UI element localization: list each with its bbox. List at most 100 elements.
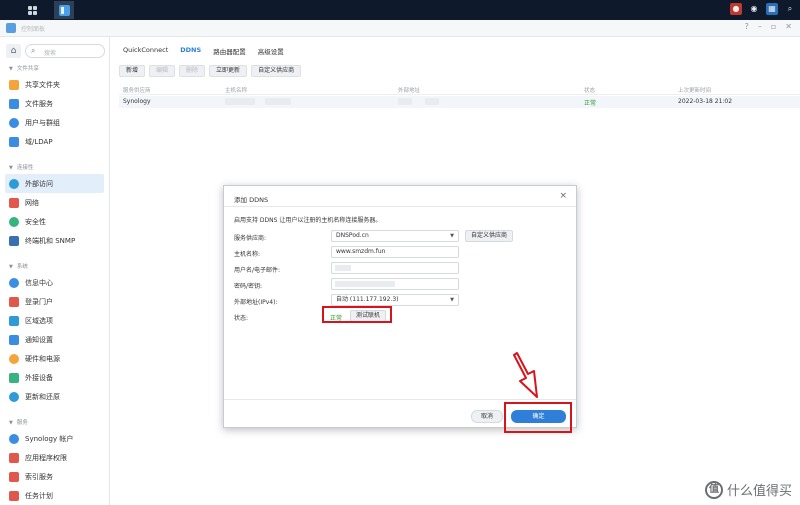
help-icon[interactable]: ? [745,22,749,31]
sidebar-item-update-restore[interactable]: 更新和还原 [5,387,104,406]
label-password: 密码/密钥: [234,283,263,290]
column-header-status[interactable]: 状态 [584,86,595,94]
section-header-services[interactable]: ▼ 服务 [9,418,28,426]
sidebar-item-label: Synology 帐户 [25,434,74,443]
add-button[interactable]: 新增 [119,65,146,77]
sidebar-item-security[interactable]: 安全性 [5,212,104,231]
row-status: 正常 [584,100,597,107]
sidebar-item-domain-ldap[interactable]: 域/LDAP [5,132,104,151]
sidebar-item-external-access[interactable]: 外部访问 [5,174,104,193]
delete-button[interactable]: 删除 [179,65,206,77]
edit-button[interactable]: 编辑 [149,65,176,77]
external-devices-icon [9,372,19,383]
label-hostname: 主机名称: [234,251,261,258]
custom-provider-button[interactable]: 自定义供应商 [251,65,302,77]
column-header-external-address[interactable]: 外部地址 [398,86,420,94]
domain-icon [9,136,19,147]
tab-advanced[interactable]: 高级设置 [258,46,284,56]
search-icon[interactable]: ⌕ [784,3,796,15]
sidebar-item-label: 外接设备 [25,373,53,382]
sidebar-item-terminal-snmp[interactable]: 终端机和 SNMP [5,231,104,250]
control-panel-icon [6,23,16,33]
sidebar-item-hardware-power[interactable]: 硬件和电源 [5,349,104,368]
sidebar-item-label: 域/LDAP [25,137,53,146]
dialog-title: 添加 DDNS [234,196,269,204]
search-icon: ⌕ [31,46,36,55]
close-icon[interactable]: × [559,191,567,201]
indexing-icon [9,471,19,482]
user-icon[interactable]: ◉ [748,3,760,15]
external-ip-select[interactable]: 自动 (111.177.192.3) ▼ [331,294,459,306]
update-restore-icon [9,391,19,402]
column-header-hostname[interactable]: 主机名称 [225,86,247,94]
username-field[interactable] [331,262,459,274]
section-header-file-sharing[interactable]: ▼ 文件共享 [9,64,39,72]
label-username: 用户名/电子邮件: [234,267,281,274]
main-menu-button[interactable] [22,1,42,19]
sidebar-item-label: 信息中心 [25,278,53,287]
search-input[interactable]: ⌕ 搜索 [25,44,105,58]
app-privileges-icon [9,452,19,463]
watermark-text: 什么值得买 [726,484,792,499]
update-now-button[interactable]: 立即更新 [209,65,248,77]
label-status: 状态: [234,315,249,322]
tab-quickconnect[interactable]: QuickConnect [123,46,168,56]
table-row[interactable]: Synology 正常 2022-03-18 21:02 [119,96,800,108]
section-header-connectivity[interactable]: ▼ 连接性 [9,163,33,171]
maximize-icon[interactable]: ▫ [771,22,776,31]
widgets-icon[interactable]: ▦ [766,3,778,15]
sidebar-item-label: 登录门户 [25,297,53,306]
network-icon [9,197,19,208]
sidebar-item-synology-account[interactable]: Synology 帐户 [5,429,104,448]
users-icon [9,117,19,128]
tab-router-config[interactable]: 路由器配置 [213,46,246,56]
folder-share-icon [9,79,19,90]
redacted-address [398,98,412,105]
sidebar-item-info-center[interactable]: 信息中心 [5,273,104,292]
redacted-hostname [225,98,255,105]
control-panel-taskbar-button[interactable] [54,1,74,19]
window-titlebar: 控制面板 ? – ▫ ✕ [0,20,800,37]
dialog-description: 启用支持 DDNS 让用户以注册的主机名称连接服务器。 [234,217,382,224]
sidebar-item-file-services[interactable]: 文件服务 [5,94,104,113]
sidebar-item-login-portal[interactable]: 登录门户 [5,292,104,311]
window-controls: ? – ▫ ✕ [745,22,792,31]
chevron-down-icon: ▼ [450,297,454,303]
sidebar-item-shared-folder[interactable]: 共享文件夹 [5,75,104,94]
row-last-update: 2022-03-18 21:02 [678,98,733,105]
notification-icon[interactable]: ● [730,3,742,15]
sidebar-item-indexing[interactable]: 索引服务 [5,467,104,486]
login-portal-icon [9,296,19,307]
sidebar-item-label: 任务计划 [25,491,53,500]
sidebar-item-label: 安全性 [25,217,46,226]
external-access-icon [9,178,19,189]
section-header-system[interactable]: ▼ 系统 [9,262,28,270]
cancel-button[interactable]: 取消 [471,410,503,423]
sidebar-item-regional-options[interactable]: 区域选项 [5,311,104,330]
column-header-last-update[interactable]: 上次更新时间 [678,86,711,94]
home-button[interactable]: ⌂ [6,44,21,58]
hardware-power-icon [9,353,19,364]
column-header-provider[interactable]: 服务供应商 [123,86,151,94]
label-provider: 服务供应商: [234,235,267,242]
hostname-field[interactable]: www.smzdm.fun [331,246,459,258]
sidebar-item-label: 文件服务 [25,99,53,108]
dialog-custom-provider-button[interactable]: 自定义供应商 [465,230,514,242]
sidebar-item-network[interactable]: 网络 [5,193,104,212]
label-external-ip: 外部地址(IPv4): [234,299,278,306]
sidebar-item-users-groups[interactable]: 用户与群组 [5,113,104,132]
sidebar-item-app-privileges[interactable]: 应用程序权限 [5,448,104,467]
minimize-icon[interactable]: – [758,22,762,31]
region-icon [9,315,19,326]
watermark-logo: 值 [704,480,723,499]
sidebar-item-notification[interactable]: 通知设置 [5,330,104,349]
sidebar-item-external-devices[interactable]: 外接设备 [5,368,104,387]
sidebar-item-task-scheduler[interactable]: 任务计划 [5,486,104,505]
info-center-icon [9,277,19,288]
chevron-down-icon: ▼ [450,233,454,239]
password-field[interactable] [331,278,459,290]
close-icon[interactable]: ✕ [785,22,792,31]
terminal-icon [9,235,19,246]
tab-ddns[interactable]: DDNS [180,46,201,56]
provider-select[interactable]: DNSPod.cn ▼ [331,230,459,242]
